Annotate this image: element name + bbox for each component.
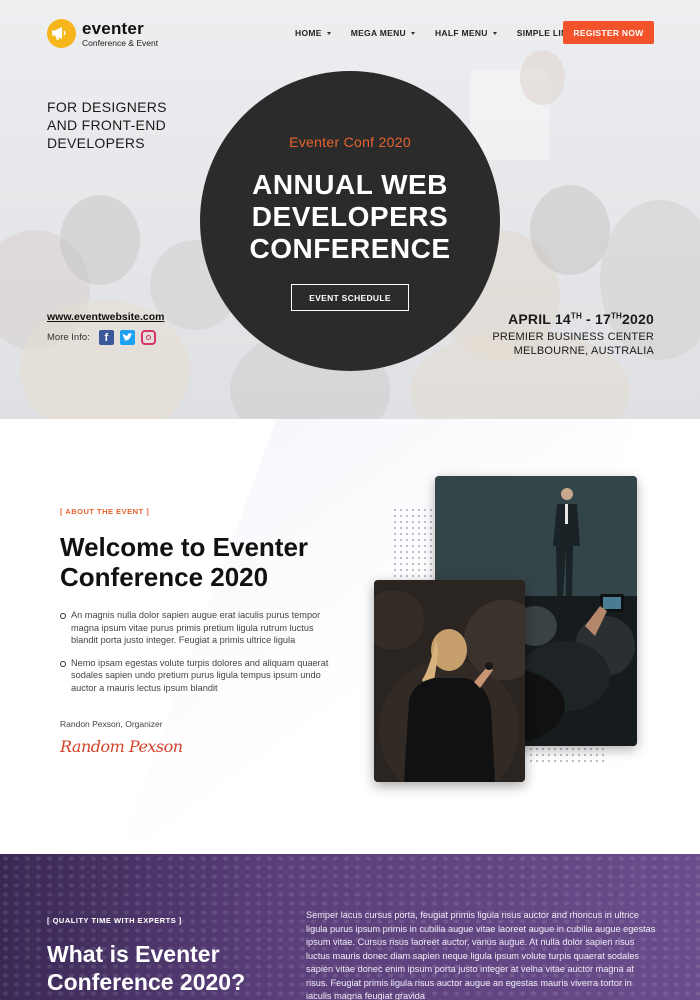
experts-tag: [ QUALITY TIME WITH EXPERTS ]: [47, 916, 182, 925]
dots-decoration: [392, 507, 432, 587]
experts-title: What is Eventer Conference 2020?: [47, 941, 246, 995]
chevron-down-icon: [410, 31, 415, 35]
about-bullets: An magnis nulla dolor sapien augue erat …: [60, 609, 330, 704]
experts-paragraph: Semper lacus cursus porta, feugiat primi…: [306, 910, 656, 1000]
more-info: More Info: f: [47, 330, 156, 345]
about-section: [ ABOUT THE EVENT ] Welcome to Eventer C…: [0, 419, 700, 854]
chevron-down-icon: [326, 31, 331, 35]
main-nav: eventer Conference & Event HOME MEGA MEN…: [0, 0, 700, 66]
about-tag: [ ABOUT THE EVENT ]: [60, 507, 150, 516]
brand-name: eventer: [82, 18, 144, 38]
twitter-icon[interactable]: [119, 330, 135, 345]
event-schedule-button[interactable]: EVENT SCHEDULE: [291, 284, 409, 311]
organizer-name: Randon Pexson, Organizer: [60, 719, 163, 729]
speaker-with-microphone-image: [374, 580, 525, 782]
about-title: Welcome to Eventer Conference 2020: [60, 532, 309, 592]
more-info-label: More Info:: [47, 332, 90, 343]
instagram-icon[interactable]: [140, 330, 156, 345]
list-item: An magnis nulla dolor sapien augue erat …: [60, 609, 330, 647]
nav-item-label: HOME: [295, 28, 322, 38]
nav-item-home[interactable]: HOME: [295, 28, 331, 38]
hero-section: eventer Conference & Event HOME MEGA MEN…: [0, 0, 700, 419]
nav-menu: HOME MEGA MENU HALF MENU SIMPLE LINK: [295, 28, 594, 38]
hero-title: ANNUAL WEB DEVELOPERS CONFERENCE: [249, 169, 451, 264]
facebook-icon[interactable]: f: [98, 330, 114, 345]
conference-name: Eventer Conf 2020: [289, 134, 411, 150]
venue: PREMIER BUSINESS CENTER MELBOURNE, AUSTR…: [492, 331, 654, 357]
website-link[interactable]: www.eventwebsite.com: [47, 311, 164, 323]
brand-subtitle: Conference & Event: [82, 37, 159, 48]
nav-item-mega-menu[interactable]: MEGA MENU: [351, 28, 415, 38]
nav-item-half-menu[interactable]: HALF MENU: [435, 28, 497, 38]
event-dates: APRIL 14TH - 17TH2020 PREMIER BUSINESS C…: [492, 311, 654, 358]
experts-section: [ QUALITY TIME WITH EXPERTS ] What is Ev…: [0, 854, 700, 1000]
hero-tagline: FOR DESIGNERS AND FRONT-END DEVELOPERS: [47, 99, 167, 151]
date-range: APRIL 14TH - 17TH2020: [508, 311, 654, 327]
register-now-button[interactable]: REGISTER NOW: [563, 21, 654, 44]
hero-title-circle: Eventer Conf 2020 ANNUAL WEB DEVELOPERS …: [200, 71, 500, 371]
nav-item-label: MEGA MENU: [350, 28, 406, 38]
chevron-down-icon: [492, 31, 497, 35]
brand-logo[interactable]: eventer Conference & Event: [47, 19, 158, 48]
list-item: Nemo ipsam egestas volute turpis dolores…: [60, 657, 330, 695]
nav-item-label: HALF MENU: [434, 28, 488, 38]
megaphone-icon: [47, 19, 76, 48]
signature: Random Pexson: [60, 737, 183, 756]
